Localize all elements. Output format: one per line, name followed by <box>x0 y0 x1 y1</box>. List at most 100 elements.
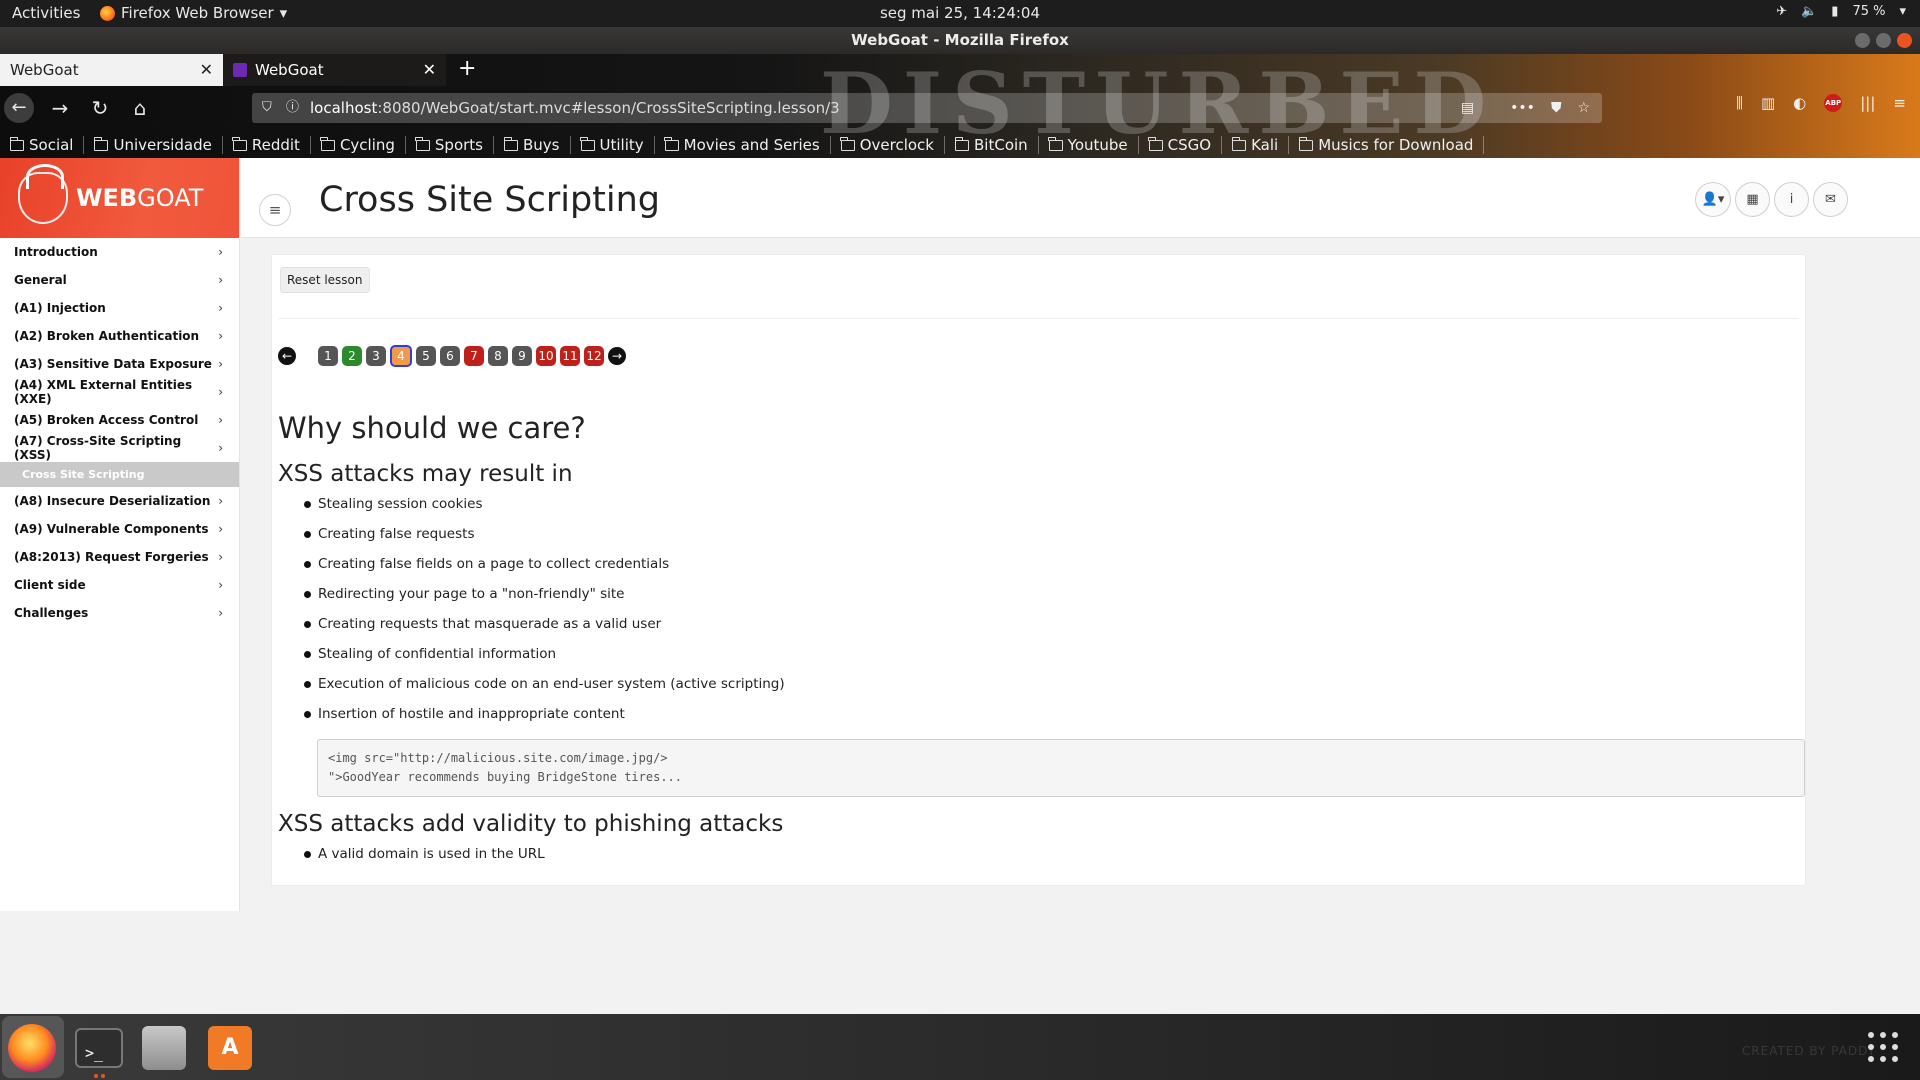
firefox-launcher-icon[interactable] <box>8 1024 56 1072</box>
tab-webgoat-2[interactable]: WebGoat ✕ <box>223 54 446 86</box>
library-icon[interactable]: ⫼ <box>1736 94 1743 112</box>
system-clock[interactable]: seg mai 25, 14:24:04 <box>0 4 1920 22</box>
bookmark-label: Overclock <box>859 136 934 154</box>
page-link[interactable]: 5 <box>416 346 436 366</box>
user-menu-button[interactable]: 👤▾ <box>1695 182 1731 217</box>
bookmark-label: Social <box>29 136 74 154</box>
page-link[interactable]: 2 <box>342 346 362 366</box>
bookmark-folder[interactable]: Universidade <box>93 136 223 154</box>
sidebar-item-challenges[interactable]: Challenges › <box>0 599 239 627</box>
running-indicator <box>94 1074 98 1078</box>
chevron-right-icon: › <box>218 494 223 508</box>
battery-icon: ▮ <box>1831 4 1839 19</box>
next-page-icon[interactable]: → <box>608 347 626 365</box>
menu-toggle-button[interactable]: ≡ <box>259 194 291 226</box>
sidebar-item-broken-authentication[interactable]: (A2) Broken Authentication › <box>0 322 239 350</box>
menu-icon[interactable]: ≡ <box>1893 94 1906 112</box>
about-button[interactable]: i <box>1774 182 1809 217</box>
page-link[interactable]: 10 <box>536 346 556 366</box>
shield-icon[interactable]: ⛉ <box>262 93 272 123</box>
home-button[interactable]: ⌂ <box>124 96 156 120</box>
bookmark-folder[interactable]: Social <box>9 136 85 154</box>
reset-lesson-button[interactable]: Reset lesson <box>280 267 370 293</box>
reload-button[interactable]: ↻ <box>84 96 116 120</box>
folder-icon <box>1048 136 1063 151</box>
lesson-sidebar: WEBGOAT Introduction › General › (A1) Inje… <box>0 158 240 911</box>
sidebar-item-client-side[interactable]: Client side › <box>0 571 239 599</box>
chevron-right-icon: › <box>218 441 223 455</box>
bookmark-star-icon[interactable]: ☆ <box>1577 93 1590 123</box>
sidebar-item-sensitive-data-exposure[interactable]: (A3) Sensitive Data Exposure › <box>0 350 239 378</box>
bookmark-folder[interactable]: CSGO <box>1148 136 1223 154</box>
close-window-button[interactable] <box>1897 33 1912 48</box>
page-link-current[interactable]: 4 <box>390 345 412 367</box>
adblock-icon[interactable]: ABP <box>1824 94 1843 112</box>
bookmark-folder[interactable]: Buys <box>503 136 571 154</box>
system-tray[interactable]: ✈ 🔈 ▮ 75 % ▾ <box>1776 4 1906 19</box>
bookmark-label: Universidade <box>113 136 212 154</box>
page-link[interactable]: 3 <box>366 346 386 366</box>
webgoat-logo[interactable]: WEBGOAT <box>0 158 239 238</box>
bookmark-folder[interactable]: BitCoin <box>954 136 1039 154</box>
sidebar-item-injection[interactable]: (A1) Injection › <box>0 294 239 322</box>
bookmark-folder[interactable]: Cycling <box>320 136 406 154</box>
sidebar-item-general[interactable]: General › <box>0 266 239 294</box>
new-tab-button[interactable]: + <box>446 54 488 86</box>
page-link[interactable]: 8 <box>488 346 508 366</box>
info-icon[interactable]: ⓘ <box>286 93 299 123</box>
page-link[interactable]: 9 <box>512 346 532 366</box>
code-example: <img src="http://malicious.site.com/imag… <box>317 739 1805 797</box>
bookmark-label: Sports <box>434 136 483 154</box>
bookmark-folder[interactable]: Youtube <box>1048 136 1139 154</box>
page-link[interactable]: 11 <box>560 346 580 366</box>
bookmark-label: BitCoin <box>974 136 1028 154</box>
back-button[interactable]: ← <box>4 93 34 123</box>
bookmark-folder[interactable]: Utility <box>580 136 655 154</box>
sidebar-item-broken-access-control[interactable]: (A5) Broken Access Control › <box>0 406 239 434</box>
sidebar-item-xss[interactable]: (A7) Cross-Site Scripting (XSS) › <box>0 434 239 462</box>
sidebar-item-vulnerable-components[interactable]: (A9) Vulnerable Components › <box>0 515 239 543</box>
chevron-right-icon: › <box>218 385 223 399</box>
page-link[interactable]: 1 <box>318 346 338 366</box>
folder-icon <box>580 136 595 151</box>
bookmark-label: Kali <box>1251 136 1279 154</box>
software-store-icon[interactable]: A <box>208 1026 252 1070</box>
bookmark-folder[interactable]: Kali <box>1231 136 1290 154</box>
close-tab-icon[interactable]: ✕ <box>423 60 436 79</box>
chevron-right-icon: › <box>218 273 223 287</box>
tab-webgoat-1[interactable]: WebGoat ✕ <box>0 54 223 86</box>
sidebar-item-introduction[interactable]: Introduction › <box>0 238 239 266</box>
sidebar-item-xxe[interactable]: (A4) XML External Entities (XXE) › <box>0 378 239 406</box>
bookmark-folder[interactable]: Movies and Series <box>664 136 831 154</box>
forward-button[interactable]: → <box>44 96 76 120</box>
extension-icon[interactable]: ◐ <box>1793 94 1806 112</box>
sidebar-toggle-icon[interactable]: ▥ <box>1761 94 1775 112</box>
bookmark-folder[interactable]: Musics for Download <box>1298 136 1485 154</box>
pocket-icon[interactable]: ⛊ <box>1551 93 1562 123</box>
show-applications-icon[interactable] <box>1868 1032 1898 1062</box>
reader-view-icon[interactable]: ▤ <box>1461 93 1474 123</box>
sidebar-item-insecure-deserialization[interactable]: (A8) Insecure Deserialization › <box>0 487 239 515</box>
sidebar-item-request-forgeries[interactable]: (A8:2013) Request Forgeries › <box>0 543 239 571</box>
maximize-button[interactable] <box>1876 33 1891 48</box>
page-actions-icon[interactable]: ••• <box>1510 93 1535 123</box>
report-card-button[interactable]: ▦ <box>1735 182 1770 217</box>
address-bar[interactable]: ⛉ ⓘ localhost:8080/WebGoat/start.mvc#les… <box>252 93 1602 123</box>
bookmark-folder[interactable]: Overclock <box>840 136 945 154</box>
extension-bars-icon[interactable]: ||| <box>1860 94 1875 112</box>
chevron-right-icon: › <box>218 606 223 620</box>
contact-button[interactable]: ✉ <box>1813 182 1848 217</box>
bookmark-label: CSGO <box>1167 136 1212 154</box>
bookmark-folder[interactable]: Sports <box>415 136 494 154</box>
previous-page-icon[interactable]: ← <box>278 347 296 365</box>
page-link[interactable]: 6 <box>440 346 460 366</box>
page-link[interactable]: 7 <box>464 346 484 366</box>
close-tab-icon[interactable]: ✕ <box>200 60 213 79</box>
page-link[interactable]: 12 <box>584 346 604 366</box>
minimize-button[interactable] <box>1855 33 1870 48</box>
files-launcher-icon[interactable] <box>142 1026 186 1070</box>
sidebar-subitem-cross-site-scripting[interactable]: Cross Site Scripting <box>0 462 239 487</box>
bookmark-label: Utility <box>599 136 644 154</box>
terminal-launcher-icon[interactable]: >_ <box>75 1028 123 1068</box>
bookmark-folder[interactable]: Reddit <box>232 136 311 154</box>
